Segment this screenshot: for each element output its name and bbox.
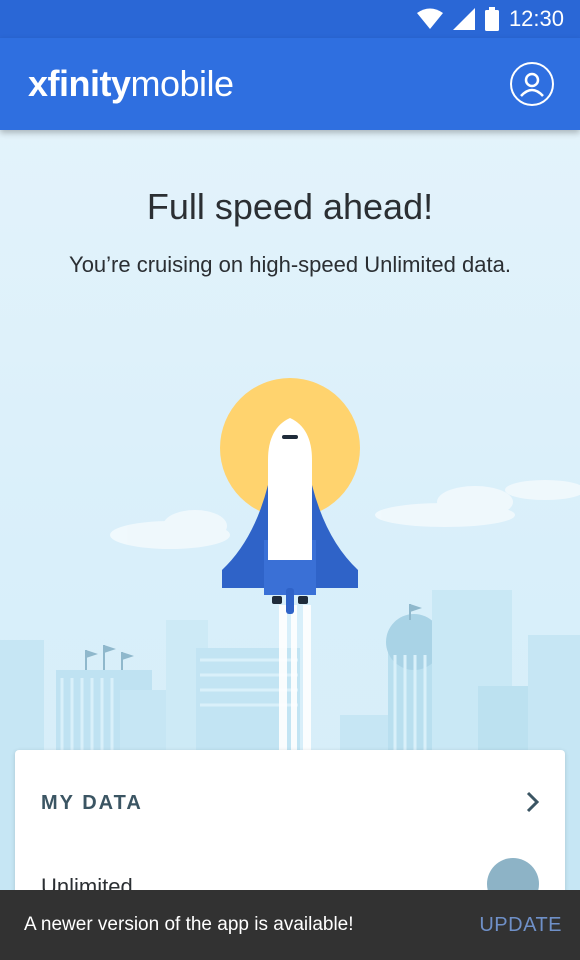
signal-icon [452, 8, 475, 30]
logo-text-light: mobile [130, 63, 235, 104]
battery-icon [484, 7, 499, 31]
update-button[interactable]: UPDATE [479, 914, 562, 937]
app-bar: xfinitymobile [0, 38, 580, 130]
card-title: MY DATA [41, 792, 143, 814]
logo-text-bold: xfinity [28, 63, 131, 104]
update-snackbar: A newer version of the app is available!… [0, 890, 580, 960]
profile-button[interactable] [510, 62, 554, 106]
snackbar-message: A newer version of the app is available! [24, 914, 354, 935]
status-bar: 12:30 [0, 0, 580, 38]
profile-icon [520, 72, 544, 97]
chevron-right-icon [526, 791, 540, 813]
xfinity-mobile-logo: xfinitymobile [28, 63, 234, 105]
clock-time: 12:30 [508, 6, 564, 31]
wifi-icon [416, 8, 443, 29]
